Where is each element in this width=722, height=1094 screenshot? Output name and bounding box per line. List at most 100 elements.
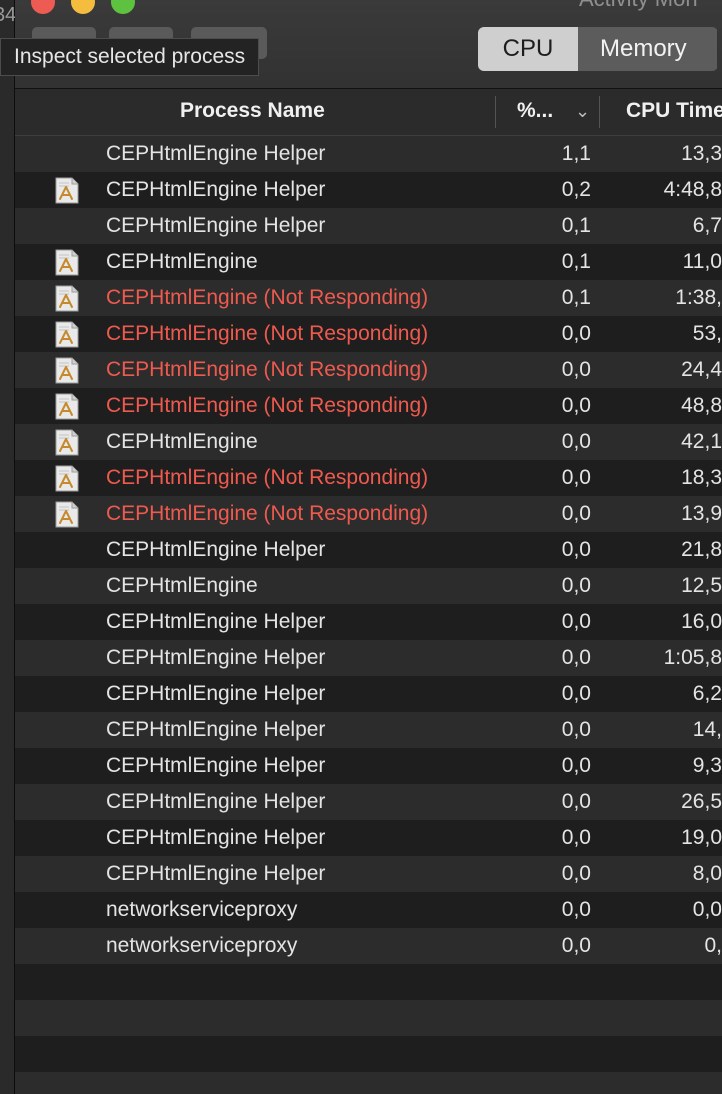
cpu-time-cell: 16,0 (681, 610, 722, 633)
table-row[interactable]: CEPHtmlEngine Helper 0,0 19,0 (15, 820, 722, 856)
cpu-percent-cell: 0,0 (561, 574, 591, 597)
table-row[interactable]: CEPHtmlEngine Helper 0,1 6,7 (15, 208, 722, 244)
cpu-percent-cell: 0,0 (561, 718, 591, 741)
zoom-window-button[interactable] (111, 0, 135, 14)
cpu-percent-cell: 0,0 (561, 430, 591, 453)
cpu-time-cell: 9,3 (692, 754, 722, 777)
cpu-percent-cell: 0,0 (561, 466, 591, 489)
column-header-cpu-percent[interactable]: %... (517, 89, 553, 135)
table-row[interactable]: CEPHtmlEngine (Not Responding) 0,0 13,9 (15, 496, 722, 532)
tab-memory[interactable]: Memory (578, 27, 718, 71)
cpu-percent-cell: 0,0 (561, 898, 591, 921)
cpu-time-cell: 26,5 (681, 790, 722, 813)
cpu-time-cell: 6,2 (692, 682, 722, 705)
table-row[interactable]: CEPHtmlEngine Helper 0,0 14, (15, 712, 722, 748)
table-row[interactable]: CEPHtmlEngine 0,0 42,1 (15, 424, 722, 460)
table-row[interactable]: CEPHtmlEngine Helper 0,0 1:05,8 (15, 640, 722, 676)
table-row[interactable]: CEPHtmlEngine 0,0 12,5 (15, 568, 722, 604)
cpu-percent-cell: 0,0 (561, 862, 591, 885)
process-name-cell: CEPHtmlEngine Helper (106, 718, 326, 741)
view-tabs: CPU Memory (478, 27, 718, 71)
process-name-cell: CEPHtmlEngine Helper (106, 862, 326, 885)
sort-descending-icon: ⌄ (575, 101, 591, 121)
minimize-window-button[interactable] (71, 0, 95, 14)
process-name-cell: CEPHtmlEngine (Not Responding) (106, 358, 429, 381)
generic-app-icon (55, 249, 79, 276)
process-name-cell: CEPHtmlEngine (Not Responding) (106, 502, 429, 525)
empty-table-row (15, 1000, 722, 1036)
table-row[interactable]: CEPHtmlEngine (Not Responding) 0,0 48,8 (15, 388, 722, 424)
process-name-cell: CEPHtmlEngine Helper (106, 610, 326, 633)
table-row[interactable]: CEPHtmlEngine Helper 0,0 16,0 (15, 604, 722, 640)
cpu-time-cell: 19,0 (681, 826, 722, 849)
cpu-percent-cell: 0,0 (561, 538, 591, 561)
process-name-cell: networkserviceproxy (106, 898, 298, 921)
cpu-percent-cell: 0,0 (561, 682, 591, 705)
close-window-button[interactable] (31, 0, 55, 14)
process-name-cell: CEPHtmlEngine (106, 430, 258, 453)
process-name-cell: CEPHtmlEngine Helper (106, 682, 326, 705)
process-name-cell: CEPHtmlEngine Helper (106, 214, 326, 237)
cpu-time-cell: 21,8 (681, 538, 722, 561)
table-row[interactable]: CEPHtmlEngine (Not Responding) 0,0 24,4 (15, 352, 722, 388)
cpu-percent-cell: 0,0 (561, 790, 591, 813)
tab-cpu[interactable]: CPU (478, 27, 578, 71)
process-name-cell: CEPHtmlEngine (Not Responding) (106, 466, 429, 489)
cpu-percent-cell: 0,0 (561, 394, 591, 417)
table-row[interactable]: CEPHtmlEngine Helper 0,0 6,2 (15, 676, 722, 712)
table-row[interactable]: CEPHtmlEngine (Not Responding) 0,0 53, (15, 316, 722, 352)
table-row[interactable]: CEPHtmlEngine Helper 1,1 13,3 (15, 136, 722, 172)
cpu-time-cell: 12,5 (681, 574, 722, 597)
cpu-percent-cell: 0,0 (561, 358, 591, 381)
process-name-cell: CEPHtmlEngine Helper (106, 142, 326, 165)
table-row[interactable]: networkserviceproxy 0,0 0, (15, 928, 722, 964)
cpu-time-cell: 8,0 (692, 862, 722, 885)
process-name-cell: CEPHtmlEngine (106, 574, 258, 597)
cpu-time-cell: 1:05,8 (663, 646, 722, 669)
cpu-time-cell: 18,3 (681, 466, 722, 489)
table-header: Process Name %... ⌄ CPU Time (15, 89, 722, 136)
table-row[interactable]: CEPHtmlEngine 0,1 11,0 (15, 244, 722, 280)
cpu-percent-cell: 0,1 (561, 286, 591, 309)
column-divider[interactable] (599, 96, 600, 128)
process-name-cell: CEPHtmlEngine (Not Responding) (106, 286, 429, 309)
cpu-time-cell: 13,9 (681, 502, 722, 525)
cpu-percent-cell: 0,0 (561, 610, 591, 633)
column-divider[interactable] (495, 96, 496, 128)
process-name-cell: CEPHtmlEngine (Not Responding) (106, 322, 429, 345)
cpu-percent-cell: 0,0 (561, 502, 591, 525)
generic-app-icon (55, 429, 79, 456)
table-row[interactable]: networkserviceproxy 0,0 0,0 (15, 892, 722, 928)
empty-table-row (15, 1036, 722, 1072)
process-name-cell: CEPHtmlEngine Helper (106, 790, 326, 813)
table-row[interactable]: CEPHtmlEngine Helper 0,2 4:48,8 (15, 172, 722, 208)
cpu-time-cell: 1:38, (675, 286, 722, 309)
column-header-cpu-time[interactable]: CPU Time (626, 89, 722, 135)
generic-app-icon (55, 393, 79, 420)
generic-app-icon (55, 465, 79, 492)
table-row[interactable]: CEPHtmlEngine (Not Responding) 0,1 1:38, (15, 280, 722, 316)
empty-table-row (15, 1072, 722, 1094)
cpu-time-cell: 0, (704, 934, 722, 957)
generic-app-icon (55, 357, 79, 384)
table-row[interactable]: CEPHtmlEngine Helper 0,0 8,0 (15, 856, 722, 892)
table-row[interactable]: CEPHtmlEngine Helper 0,0 26,5 (15, 784, 722, 820)
cpu-percent-cell: 0,1 (561, 250, 591, 273)
table-row[interactable]: CEPHtmlEngine (Not Responding) 0,0 18,3 (15, 460, 722, 496)
table-row[interactable]: CEPHtmlEngine Helper 0,0 21,8 (15, 532, 722, 568)
process-name-cell: CEPHtmlEngine Helper (106, 826, 326, 849)
cpu-percent-cell: 0,0 (561, 934, 591, 957)
table-row[interactable]: CEPHtmlEngine Helper 0,0 9,3 (15, 748, 722, 784)
column-header-process-name[interactable]: Process Name (180, 89, 325, 135)
process-name-cell: CEPHtmlEngine (Not Responding) (106, 394, 429, 417)
process-name-cell: networkserviceproxy (106, 934, 298, 957)
cpu-time-cell: 11,0 (682, 250, 722, 273)
process-table-body: CEPHtmlEngine Helper 1,1 13,3 CEPHtmlEngine… (15, 136, 722, 1094)
cpu-time-cell: 48,8 (681, 394, 722, 417)
cpu-time-cell: 14, (692, 718, 722, 741)
process-name-cell: CEPHtmlEngine Helper (106, 538, 326, 561)
activity-monitor-window: 34 Activity Mon CPU Memory Inspect selec… (0, 0, 722, 1094)
generic-app-icon (55, 321, 79, 348)
background-window-edge: 34 (0, 0, 16, 1094)
cpu-percent-cell: 0,0 (561, 754, 591, 777)
